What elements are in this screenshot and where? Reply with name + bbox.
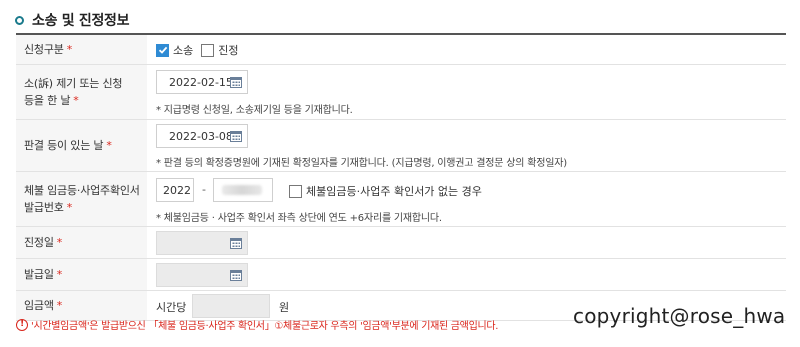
wage-input[interactable]	[192, 294, 270, 318]
row-request-type: 신청구분 * 소송 진정	[16, 35, 786, 65]
required-marker: *	[73, 94, 79, 107]
calendar-icon[interactable]	[230, 76, 242, 88]
certificate-number-label-line2: 발급번호	[24, 201, 64, 214]
judgment-date-value-cell: 2022-03-08 * 판결 등의 확정증명원에 기재된 확정일자를 기재합니…	[147, 120, 786, 171]
petition-date-label: 진정일	[24, 236, 54, 249]
filing-date-value-cell: 2022-02-15 * 지급명령 신청일, 소송제기일 등을 기재합니다.	[147, 65, 786, 119]
petition-date-value-cell	[147, 227, 786, 258]
row-filing-date: 소(訴) 제기 또는 신청 등을 한 날 * 2022-02-15 * 지급명령 …	[16, 65, 786, 120]
filing-date-label-cell: 소(訴) 제기 또는 신청 등을 한 날 *	[16, 65, 147, 119]
required-marker: *	[66, 201, 73, 214]
judgment-date-input[interactable]: 2022-03-08	[156, 124, 248, 148]
filing-date-label-line1: 소(訴) 제기 또는 신청	[24, 77, 123, 90]
petition-checkbox[interactable]	[201, 43, 215, 57]
request-type-label: 신청구분	[24, 43, 64, 56]
wage-prefix: 시간당	[156, 301, 187, 314]
judgment-date-note: * 판결 등의 확정증명원에 기재된 확정일자를 기재합니다. (지급명령, 이…	[156, 158, 567, 169]
wage-footnote-text: '시간별임금액'은 발급받으신 「체불 임금등·사업주 확인서」①체불근로자 우…	[31, 321, 499, 332]
filing-date-input[interactable]: 2022-02-15	[156, 70, 248, 94]
filing-date-note: * 지급명령 신청일, 소송제기일 등을 기재합니다.	[156, 105, 353, 116]
copyright-watermark: copyright@rose_hwa	[573, 304, 786, 328]
judgment-date-label-cell: 판결 등이 있는 날 *	[16, 120, 147, 171]
petition-option-label[interactable]: 진정	[218, 42, 238, 58]
issue-date-label: 발급일	[24, 268, 54, 281]
calendar-icon[interactable]	[230, 130, 242, 142]
request-type-value-cell: 소송 진정	[147, 35, 786, 64]
circle-bullet-icon	[15, 15, 24, 25]
wage-unit: 원	[279, 301, 290, 314]
litigation-info-form: 신청구분 * 소송 진정 소(訴) 제기 또는 신청 등을 한 날 * 2022-…	[16, 33, 786, 321]
redacted-number	[222, 185, 262, 195]
certificate-number-note: * 체불임금등 · 사업주 확인서 좌측 상단에 연도 +6자리를 기재합니다.	[156, 213, 442, 224]
issue-date-value-cell	[147, 259, 786, 290]
check-icon	[158, 46, 167, 54]
issue-date-label-cell: 발급일 *	[16, 259, 147, 290]
required-marker: *	[106, 139, 112, 152]
request-type-label-cell: 신청구분 *	[16, 35, 147, 64]
required-marker: *	[56, 236, 63, 249]
no-certificate-label[interactable]: 체불임금등·사업주 확인서가 없는 경우	[306, 183, 482, 199]
certificate-year-input[interactable]: 2022	[156, 178, 194, 202]
no-certificate-option: 체불임금등·사업주 확인서가 없는 경우	[289, 183, 482, 199]
petition-date-input[interactable]	[156, 231, 248, 255]
wage-footnote: ! '시간별임금액'은 발급받으신 「체불 임금등·사업주 확인서」①체불근로자…	[16, 317, 498, 332]
section-title: 소송 및 진정정보	[32, 13, 130, 29]
calendar-icon[interactable]	[230, 237, 242, 249]
required-marker: *	[56, 268, 63, 281]
certificate-number-input[interactable]	[213, 178, 273, 202]
filing-date-label-line2: 등을 한 날	[24, 94, 71, 107]
row-issue-date: 발급일 *	[16, 259, 786, 291]
judgment-date-label: 판결 등이 있는 날	[24, 139, 104, 152]
issue-date-input[interactable]	[156, 263, 248, 287]
calendar-icon[interactable]	[230, 269, 242, 281]
request-type-options: 소송 진정	[156, 42, 247, 58]
row-petition-date: 진정일 *	[16, 227, 786, 259]
lawsuit-option-label[interactable]: 소송	[173, 42, 193, 58]
lawsuit-checkbox[interactable]	[156, 43, 169, 57]
certificate-number-label-line1: 체불 임금등·사업주확인서	[24, 184, 140, 197]
required-marker: *	[56, 299, 63, 312]
filing-date-value: 2022-02-15	[169, 75, 233, 89]
certificate-dash: -	[202, 183, 206, 196]
judgment-date-value: 2022-03-08	[169, 129, 233, 143]
certificate-number-value-cell: 2022 - 체불임금등·사업주 확인서가 없는 경우 * 체불임금등 · 사업…	[147, 172, 786, 226]
section-header: 소송 및 진정정보	[15, 10, 130, 30]
no-certificate-checkbox[interactable]	[289, 184, 302, 198]
certificate-year-value: 2022	[163, 183, 191, 197]
wage-label-cell: 임금액 *	[16, 291, 147, 320]
row-judgment-date: 판결 등이 있는 날 * 2022-03-08 * 판결 등의 확정증명원에 기…	[16, 120, 786, 172]
row-certificate-number: 체불 임금등·사업주확인서 발급번호 * 2022 - 체불임금등·사업주 확인서…	[16, 172, 786, 227]
petition-date-label-cell: 진정일 *	[16, 227, 147, 258]
required-marker: *	[66, 43, 73, 56]
certificate-number-label-cell: 체불 임금등·사업주확인서 발급번호 *	[16, 172, 147, 226]
wage-label: 임금액	[24, 299, 54, 312]
exclamation-icon: !	[16, 318, 28, 331]
